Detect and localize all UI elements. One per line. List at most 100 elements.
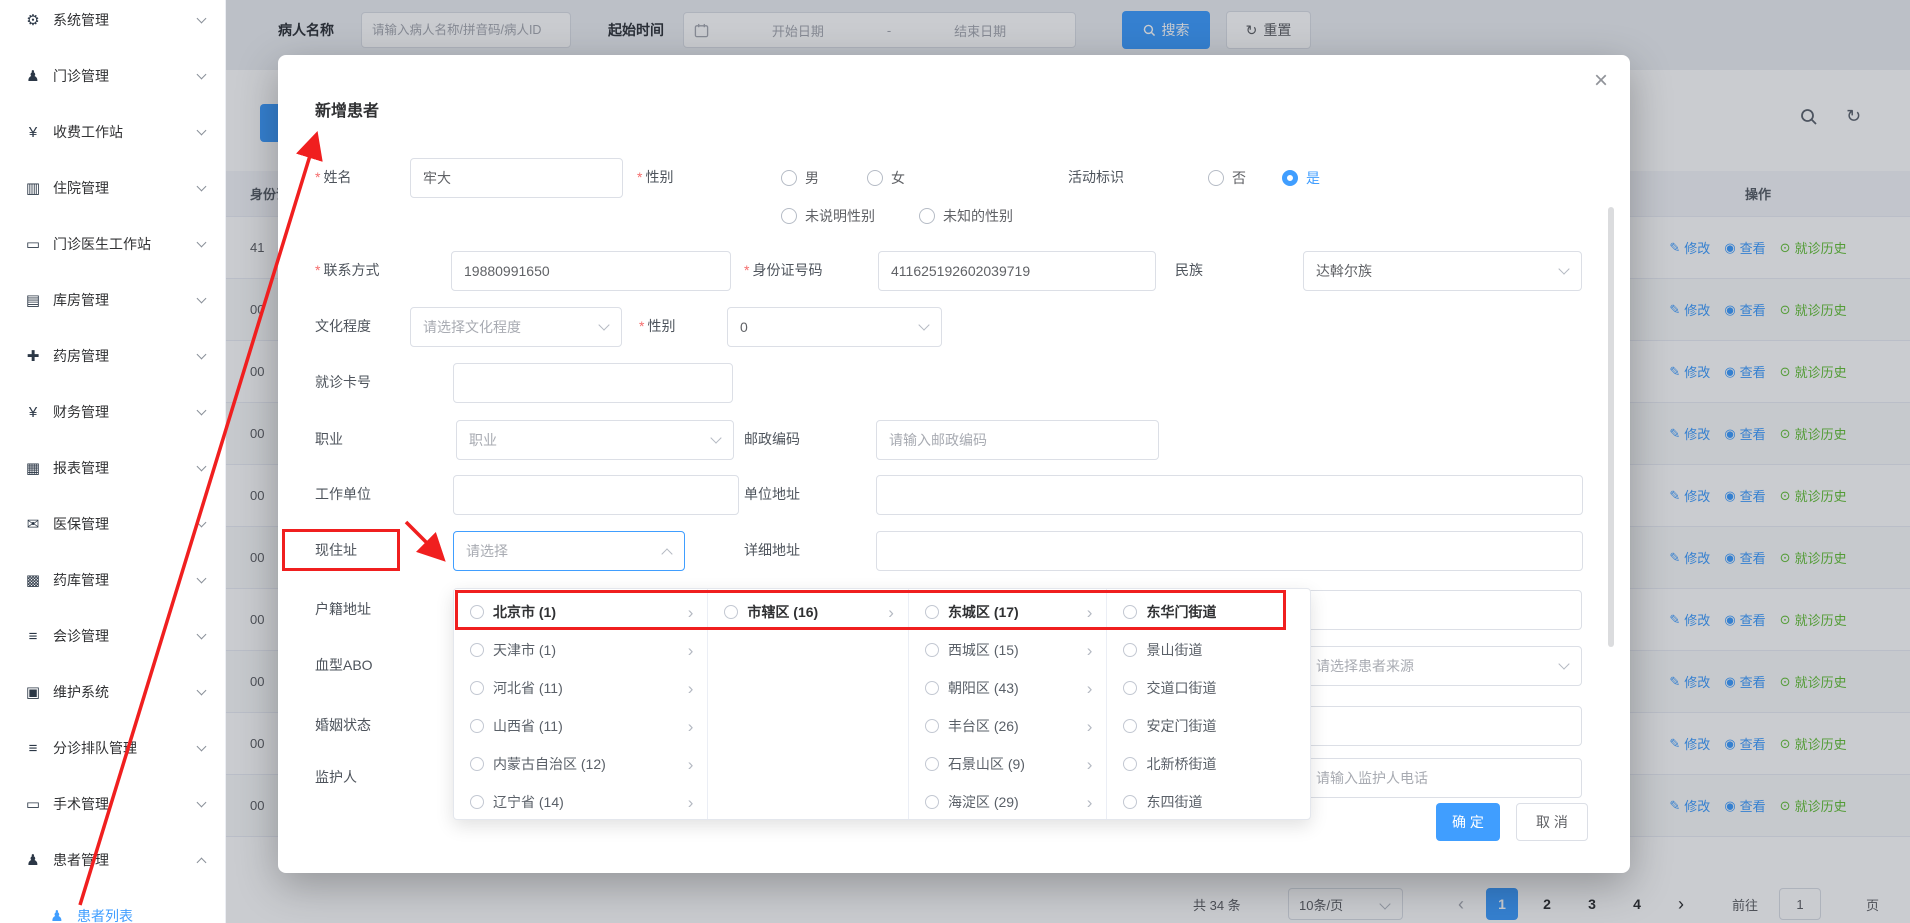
cascader-option[interactable]: 东城区 (17) (909, 593, 1107, 631)
marital-row-right-input[interactable] (1303, 706, 1582, 746)
gender-label-text: 性别 (645, 169, 673, 185)
household-row-right-input[interactable] (1303, 590, 1582, 630)
cascader-option[interactable]: 西城区 (15) (909, 631, 1107, 669)
contact-input[interactable] (451, 251, 731, 291)
gender-code-value: 0 (740, 319, 748, 335)
radio-icon[interactable] (1123, 719, 1137, 733)
cascader-option-label: 山西省 (11) (493, 716, 563, 736)
gender-radio[interactable]: 男 (781, 168, 819, 188)
dialog-title: 新增患者 (315, 97, 379, 121)
radio-icon[interactable] (925, 643, 939, 657)
close-icon[interactable]: × (1594, 69, 1608, 93)
id-number-input[interactable] (878, 251, 1156, 291)
employer-input[interactable] (453, 475, 739, 515)
cascader-option[interactable]: 天津市 (1) (454, 631, 707, 669)
cascader-option[interactable]: 朝阳区 (43) (909, 669, 1107, 707)
gender-code-select[interactable]: 0 (727, 307, 942, 347)
occupation-select[interactable]: 职业 (456, 420, 734, 460)
cascader-option-label: 内蒙古自治区 (12) (493, 754, 606, 774)
chevron-down-icon (197, 294, 207, 304)
radio-icon[interactable] (470, 757, 484, 771)
cascader-option[interactable]: 市辖区 (16) (708, 593, 908, 631)
radio-label: 否 (1232, 168, 1246, 188)
radio-icon (1208, 170, 1224, 186)
cascader-option[interactable]: 北京市 (1) (454, 593, 707, 631)
cascader-option-label: 朝阳区 (43) (948, 678, 1019, 698)
gender-radio[interactable]: 未知的性别 (919, 206, 1013, 226)
cascader-option[interactable]: 东华门街道 (1107, 593, 1310, 631)
radio-icon[interactable] (1123, 757, 1137, 771)
radio-icon[interactable] (1123, 681, 1137, 695)
sidebar-item[interactable]: ⚙ 系统管理 (0, 0, 225, 48)
current-address-select[interactable]: 请选择 (453, 531, 685, 571)
cascader-option[interactable]: 河北省 (11) (454, 669, 707, 707)
employer-address-input[interactable] (876, 475, 1583, 515)
sidebar-item[interactable]: ▭ 门诊医生工作站 (0, 216, 225, 272)
radio-icon[interactable] (925, 605, 939, 619)
cascader-option-label: 北京市 (1) (493, 602, 556, 622)
education-select[interactable]: 请选择文化程度 (410, 307, 622, 347)
modal-scrollbar[interactable] (1608, 207, 1614, 647)
cascader-option[interactable]: 石景山区 (9) (909, 745, 1107, 783)
sidebar-item-icon: ▭ (24, 795, 42, 813)
radio-icon[interactable] (470, 643, 484, 657)
radio-icon[interactable] (1123, 795, 1137, 809)
cascader-option[interactable]: 北新桥街道 (1107, 745, 1310, 783)
sidebar-item-patient-list[interactable]: ♟ 患者列表 (0, 888, 225, 923)
chevron-down-icon (197, 14, 207, 24)
radio-icon[interactable] (470, 681, 484, 695)
sidebar-item[interactable]: ▦ 报表管理 (0, 440, 225, 496)
ethnicity-select[interactable]: 达斡尔族 (1303, 251, 1582, 291)
cascader-option[interactable]: 安定门街道 (1107, 707, 1310, 745)
radio-icon[interactable] (925, 757, 939, 771)
radio-icon[interactable] (1123, 605, 1137, 619)
cascader-option[interactable]: 山西省 (11) (454, 707, 707, 745)
active-flag-radio[interactable]: 否 (1208, 168, 1246, 188)
cascader-option[interactable]: 辽宁省 (14) (454, 783, 707, 821)
radio-icon[interactable] (1123, 643, 1137, 657)
radio-icon[interactable] (470, 719, 484, 733)
radio-icon[interactable] (925, 719, 939, 733)
gender-radio[interactable]: 未说明性别 (781, 206, 875, 226)
postcode-input[interactable] (876, 420, 1159, 460)
cascader-option[interactable]: 内蒙古自治区 (12) (454, 745, 707, 783)
sidebar-item[interactable]: ♟ 患者管理 (0, 832, 225, 888)
sidebar-item[interactable]: ¥ 收费工作站 (0, 104, 225, 160)
radio-icon[interactable] (724, 605, 738, 619)
sidebar-item[interactable]: ▤ 库房管理 (0, 272, 225, 328)
sidebar-item[interactable]: ▥ 住院管理 (0, 160, 225, 216)
patient-source-select[interactable]: 请选择患者来源 (1303, 646, 1582, 686)
sidebar-item[interactable]: ▣ 维护系统 (0, 664, 225, 720)
ethnicity-field-label: 民族 (1175, 261, 1203, 279)
sidebar-item[interactable]: ≡ 分诊排队管理 (0, 720, 225, 776)
radio-label: 女 (891, 168, 905, 188)
sidebar-item[interactable]: ▩ 药库管理 (0, 552, 225, 608)
radio-icon[interactable] (925, 681, 939, 695)
sidebar-item[interactable]: ✉ 医保管理 (0, 496, 225, 552)
cancel-button[interactable]: 取 消 (1516, 803, 1588, 841)
required-mark: * (315, 262, 320, 278)
visit-card-input[interactable] (453, 363, 733, 403)
sidebar-item-icon: ✉ (24, 515, 42, 533)
detail-address-input[interactable] (876, 531, 1583, 571)
radio-icon[interactable] (470, 605, 484, 619)
sidebar-item[interactable]: ≡ 会诊管理 (0, 608, 225, 664)
sidebar-item[interactable]: ♟ 门诊管理 (0, 48, 225, 104)
gender-radio[interactable]: 女 (867, 168, 905, 188)
cascader-option[interactable]: 交道口街道 (1107, 669, 1310, 707)
radio-icon[interactable] (925, 795, 939, 809)
cascader-option[interactable]: 海淀区 (29) (909, 783, 1107, 821)
occupation-placeholder: 职业 (469, 430, 497, 450)
sidebar-item[interactable]: ▭ 手术管理 (0, 776, 225, 832)
sidebar-item[interactable]: ¥ 财务管理 (0, 384, 225, 440)
cascader-option[interactable]: 东四街道 (1107, 783, 1310, 821)
sidebar-item[interactable]: ✚ 药房管理 (0, 328, 225, 384)
confirm-button[interactable]: 确 定 (1436, 803, 1500, 841)
cascader-option[interactable]: 景山街道 (1107, 631, 1310, 669)
name-input[interactable] (410, 158, 623, 198)
guardian-phone-input[interactable] (1303, 758, 1582, 798)
postcode-field-label: 邮政编码 (744, 430, 800, 448)
active-flag-radio[interactable]: 是 (1282, 168, 1320, 188)
cascader-option[interactable]: 丰台区 (26) (909, 707, 1107, 745)
radio-icon[interactable] (470, 795, 484, 809)
